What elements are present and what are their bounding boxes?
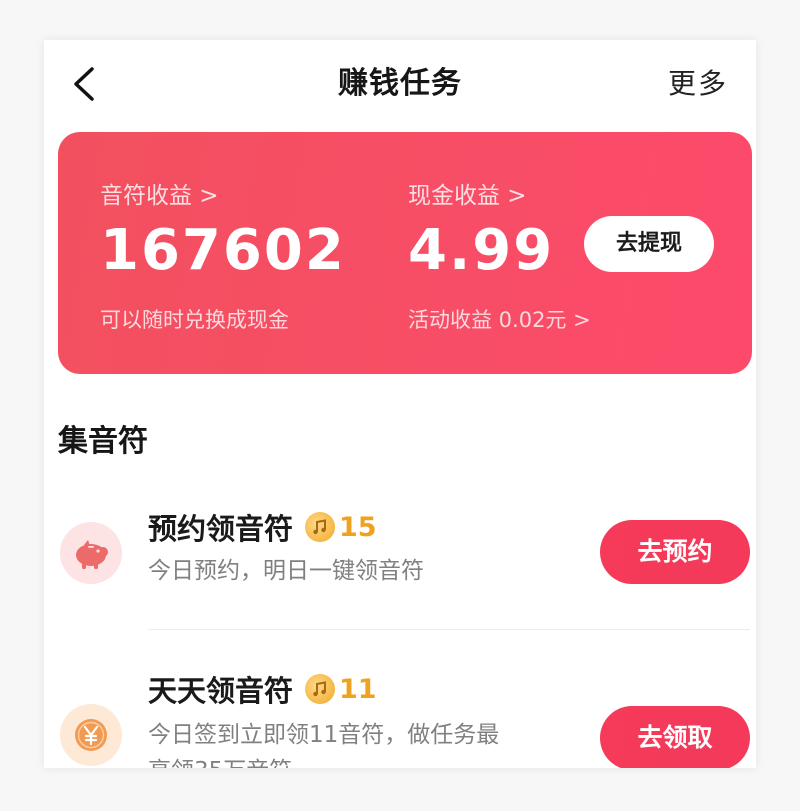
music-note-coin-icon <box>305 512 336 542</box>
page-title: 赚钱任务 <box>338 66 462 101</box>
task-description-line2: 高领35万音符 <box>148 754 292 768</box>
withdraw-button[interactable]: 去提现 <box>584 216 714 272</box>
divider <box>148 629 750 630</box>
piggy-bank-icon <box>60 522 122 584</box>
yen-coin-icon <box>60 704 122 766</box>
task-title-text: 预约领音符 <box>148 512 294 546</box>
task-description: 今日签到立即领11音符，做任务最 <box>148 722 500 748</box>
earn-tasks-screen: 赚钱任务 更多 音符收益 > 167602 可以随时兑换成现金 现金收益 > 4… <box>44 40 756 768</box>
earnings-card: 音符收益 > 167602 可以随时兑换成现金 现金收益 > 4.99 活动收益… <box>58 132 752 374</box>
cash-earnings-label[interactable]: 现金收益 > <box>408 176 527 210</box>
task-description: 今日预约，明日一键领音符 <box>148 558 424 584</box>
task-item-reserve: 预约领音符 15 今日预约，明日一键领音符 去预约 <box>44 500 756 630</box>
notes-earnings-hint: 可以随时兑换成现金 <box>100 308 289 332</box>
section-title: 集音符 <box>58 424 148 459</box>
coin-count: 11 <box>339 673 377 705</box>
task-item-daily: 天天领音符 11 今日签到立即领11音符，做任务最 高领35万音符 去领取 <box>44 668 756 768</box>
notes-earnings-label[interactable]: 音符收益 > <box>100 176 219 210</box>
coin-count: 15 <box>339 511 377 543</box>
activity-earnings-link[interactable]: 活动收益 0.02元 > <box>408 304 591 334</box>
reserve-button[interactable]: 去预约 <box>600 520 750 584</box>
task-title: 天天领音符 11 <box>148 668 377 710</box>
task-title-text: 天天领音符 <box>148 674 294 708</box>
music-note-coin-icon <box>305 674 336 704</box>
claim-button[interactable]: 去领取 <box>600 706 750 768</box>
notes-earnings-value: 167602 <box>100 218 346 283</box>
cash-earnings-value: 4.99 <box>408 218 555 283</box>
task-title: 预约领音符 15 <box>148 506 377 548</box>
more-button[interactable]: 更多 <box>668 62 728 102</box>
